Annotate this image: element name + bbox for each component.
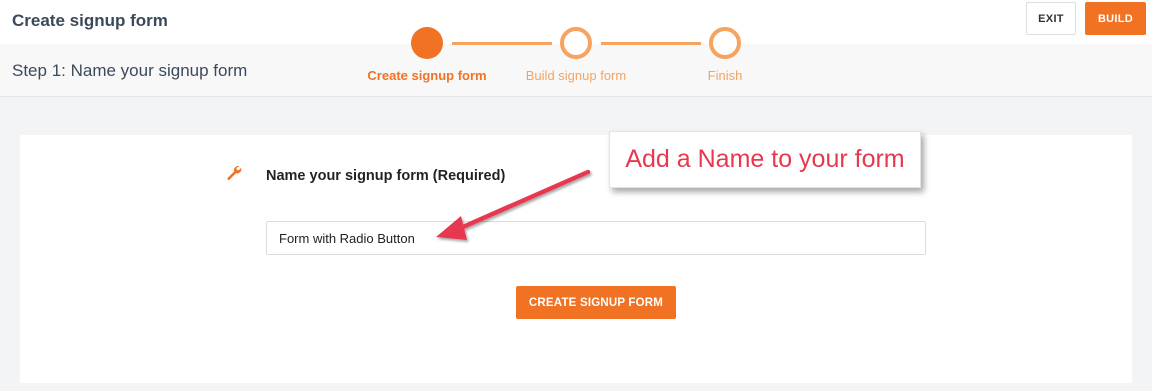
step-label-finish: Finish bbox=[707, 68, 743, 83]
page-title: Create signup form bbox=[12, 11, 168, 30]
stepper-connector bbox=[452, 42, 552, 45]
wrench-icon bbox=[227, 166, 242, 181]
step-indicator-create bbox=[411, 27, 443, 59]
step-indicator-finish bbox=[709, 27, 741, 59]
step-title: Step 1: Name your signup form bbox=[12, 61, 248, 80]
create-signup-form-button[interactable]: CREATE SIGNUP FORM bbox=[516, 286, 676, 319]
name-field-label: Name your signup form (Required) bbox=[266, 168, 506, 184]
step-indicator-build bbox=[560, 27, 592, 59]
annotation-callout: Add a Name to your form bbox=[609, 131, 921, 188]
page: Create signup form EXIT BUILD Step 1: Na… bbox=[0, 0, 1152, 391]
build-button[interactable]: BUILD bbox=[1085, 2, 1146, 35]
step-label-build: Build signup form bbox=[525, 68, 627, 83]
form-card bbox=[20, 135, 1132, 383]
stepper-connector bbox=[601, 42, 701, 45]
exit-button[interactable]: EXIT bbox=[1026, 2, 1076, 35]
step-label-create: Create signup form bbox=[367, 68, 487, 83]
form-name-input[interactable] bbox=[266, 221, 926, 255]
